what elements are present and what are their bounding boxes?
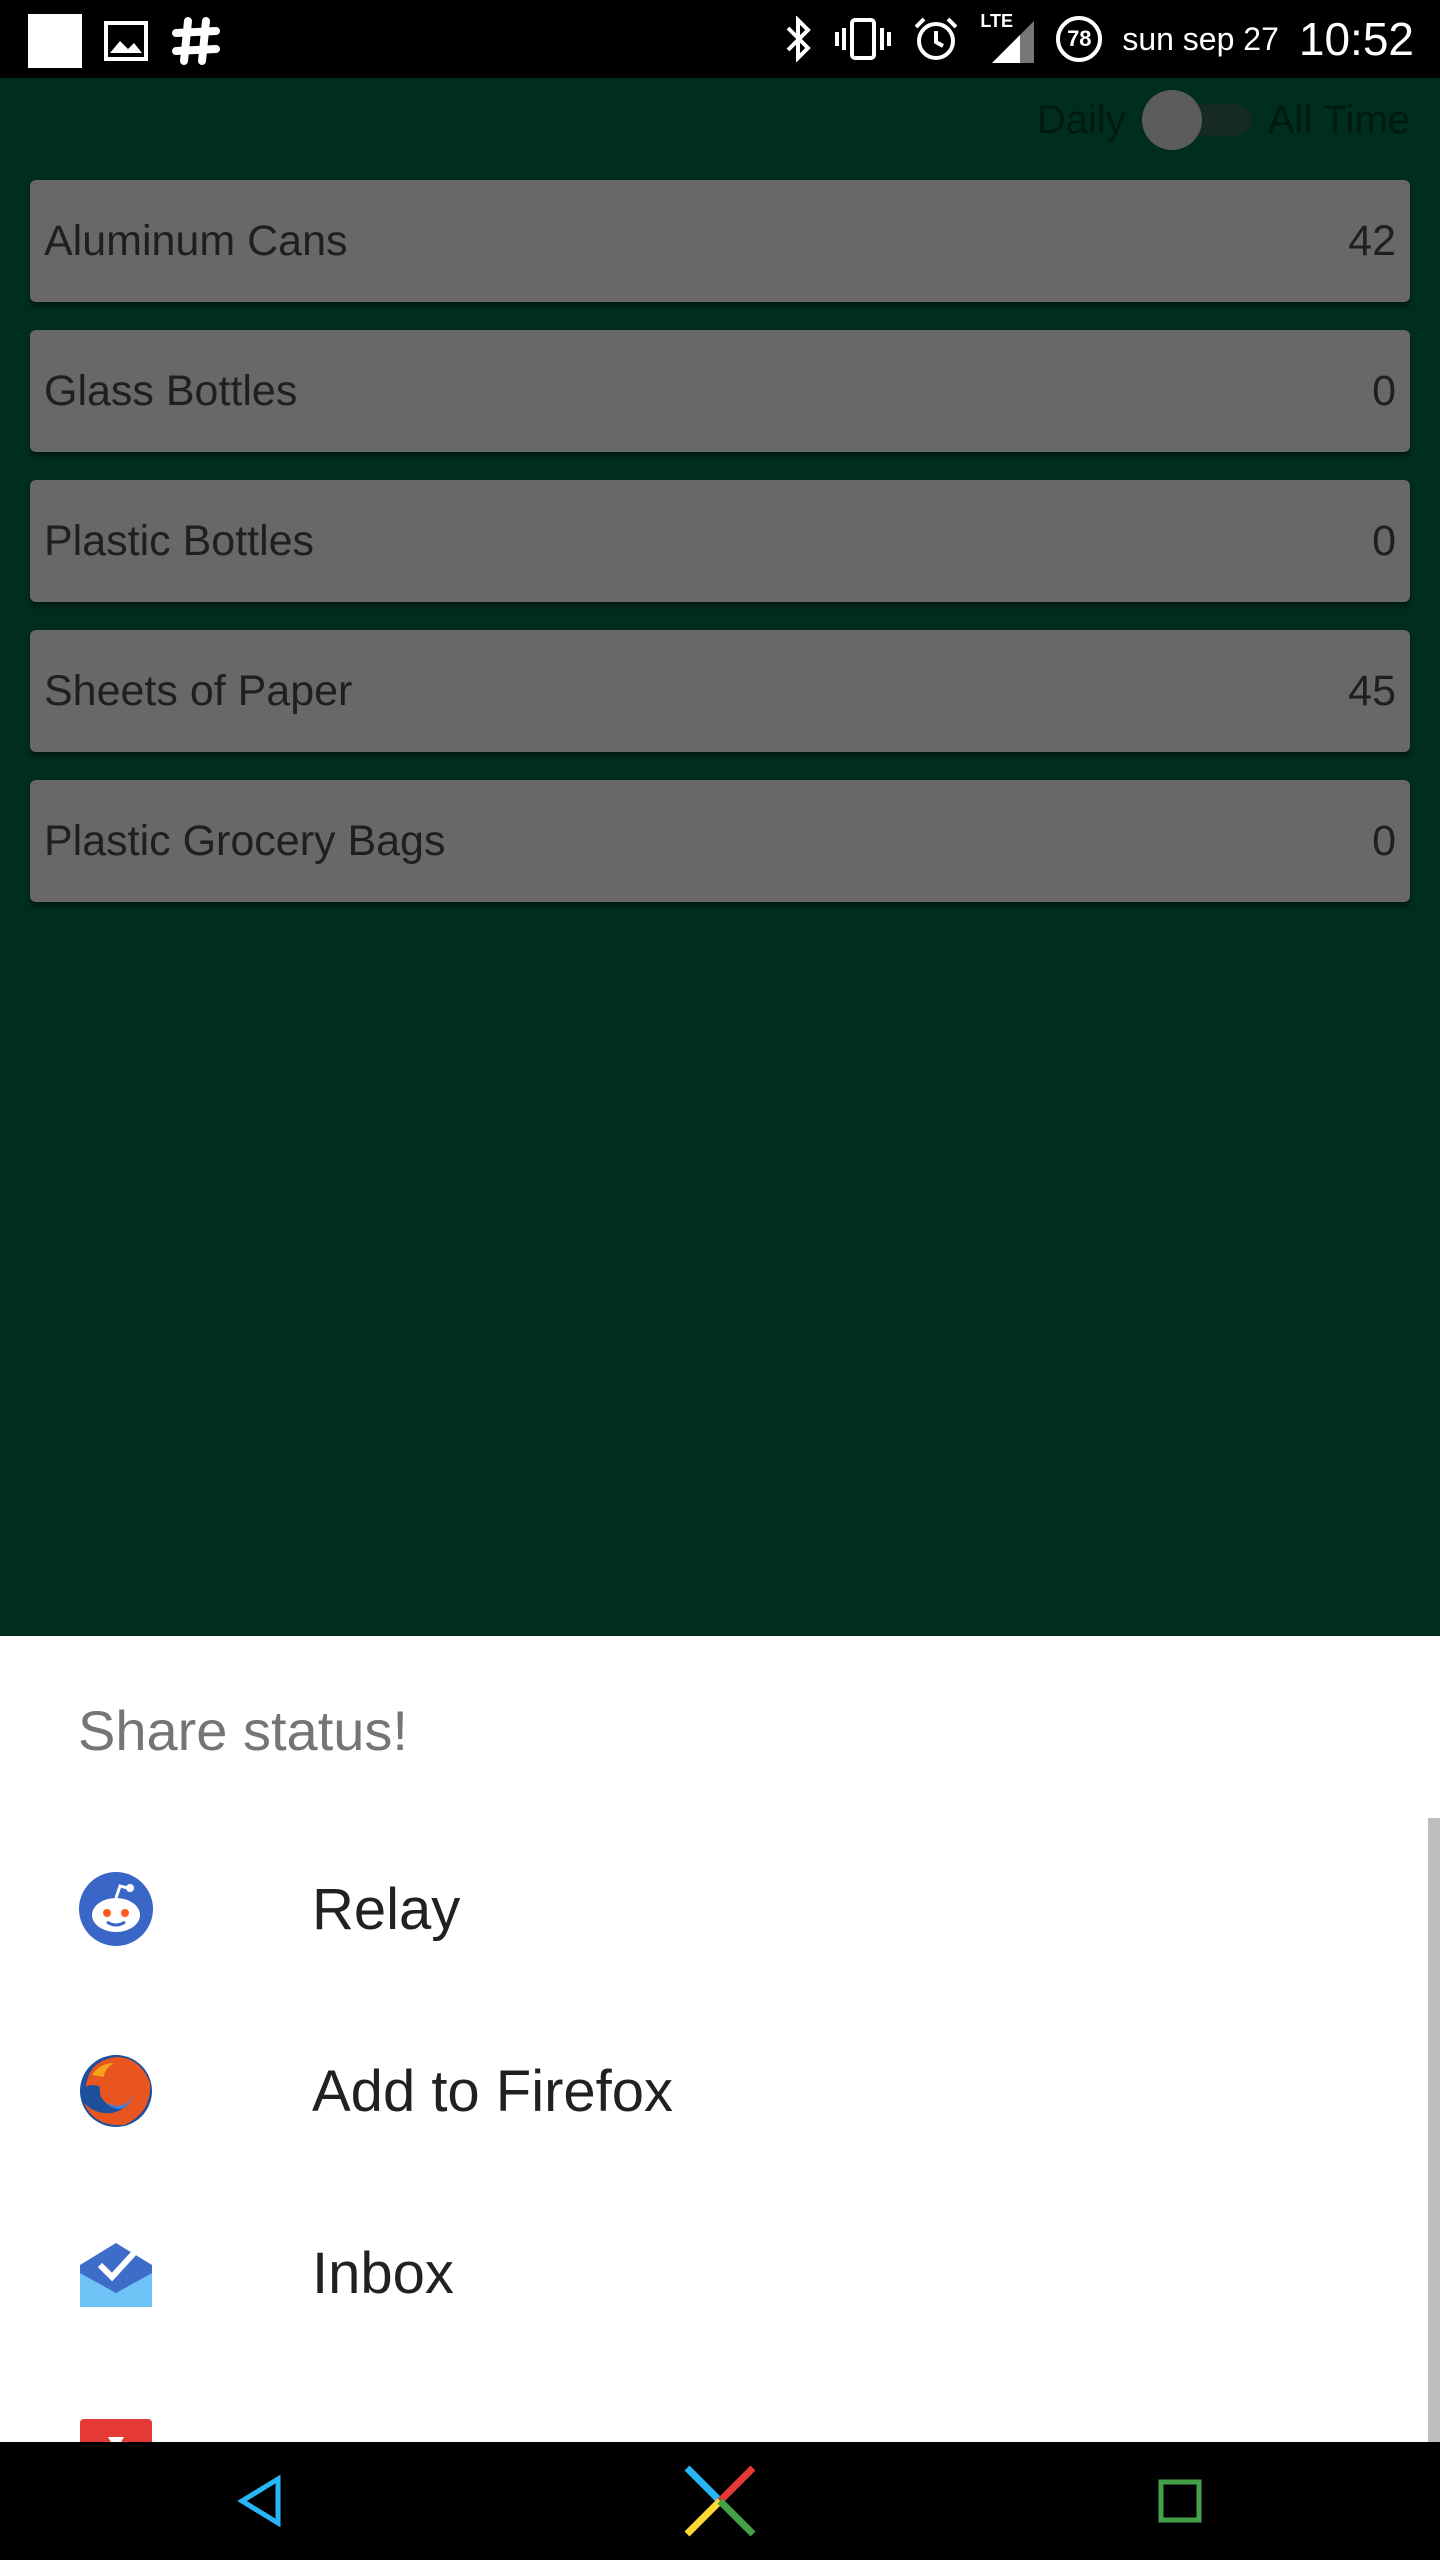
share-sheet-title: Share status! — [78, 1699, 408, 1762]
back-triangle-icon — [237, 2475, 281, 2527]
home-x-icon — [684, 2465, 756, 2537]
battery-level: 78 — [1067, 26, 1092, 51]
item-name: Sheets of Paper — [44, 666, 353, 715]
list-item[interactable]: Plastic Bottles 0 — [30, 480, 1410, 602]
switch-thumb — [1141, 90, 1202, 150]
alarm-icon — [914, 17, 958, 60]
home-button[interactable] — [676, 2442, 764, 2560]
bluetooth-icon — [786, 16, 812, 62]
item-count: 0 — [1372, 516, 1396, 565]
period-switch[interactable] — [1141, 90, 1252, 150]
item-name: Aluminum Cans — [44, 216, 348, 265]
battery-icon: 78 — [1056, 16, 1103, 62]
item-name: Glass Bottles — [44, 366, 298, 415]
share-option-label: Relay — [312, 1876, 461, 1942]
status-time: 10:52 — [1298, 13, 1414, 65]
image-notification-icon — [104, 21, 148, 61]
item-name: Plastic Bottles — [44, 516, 315, 565]
navigation-bar — [0, 2442, 1440, 2560]
back-button[interactable] — [220, 2442, 300, 2560]
list-item[interactable]: Plastic Grocery Bags 0 — [30, 780, 1410, 902]
list-item[interactable]: Glass Bottles 0 — [30, 330, 1410, 452]
share-option-inbox[interactable]: Inbox — [0, 2182, 1428, 2364]
toggle-all-time-label: All Time — [1267, 97, 1410, 142]
vibrate-icon — [835, 18, 892, 60]
list-item[interactable]: Aluminum Cans 42 — [30, 180, 1410, 302]
relay-icon — [78, 1871, 154, 1947]
share-sheet: Share status! Relay Add to Firefox Inbox — [0, 1636, 1440, 2442]
status-date: sun sep 27 — [1122, 20, 1279, 57]
item-count: 0 — [1372, 816, 1396, 865]
signal-icon: LTE — [980, 11, 1036, 65]
item-count: 0 — [1372, 366, 1396, 415]
share-option-label: Add to Firefox — [312, 2058, 674, 2124]
item-count: 42 — [1348, 216, 1396, 265]
recents-square-icon — [1158, 2479, 1202, 2523]
share-option-partial[interactable] — [0, 2364, 1428, 2442]
notification-square-icon — [28, 14, 82, 68]
item-count: 45 — [1348, 666, 1396, 715]
status-bar: LTE 78 sun sep 27 10:52 — [0, 0, 1440, 78]
recents-button[interactable] — [1140, 2442, 1220, 2560]
period-toggle-row: Daily All Time — [1037, 90, 1410, 150]
share-option-relay[interactable]: Relay — [0, 1818, 1428, 2000]
item-name: Plastic Grocery Bags — [44, 816, 446, 865]
toggle-daily-label: Daily — [1036, 97, 1126, 142]
share-option-firefox[interactable]: Add to Firefox — [0, 2000, 1428, 2182]
list-item[interactable]: Sheets of Paper 45 — [30, 630, 1410, 752]
slack-notification-icon — [172, 17, 220, 65]
share-sheet-scrollbar[interactable] — [1428, 1818, 1440, 2442]
share-option-label: Inbox — [312, 2240, 454, 2306]
inbox-icon — [78, 2235, 154, 2311]
firefox-icon — [78, 2053, 154, 2129]
recycling-list: Aluminum Cans 42 Glass Bottles 0 Plastic… — [30, 180, 1410, 930]
app-icon — [78, 2417, 154, 2442]
